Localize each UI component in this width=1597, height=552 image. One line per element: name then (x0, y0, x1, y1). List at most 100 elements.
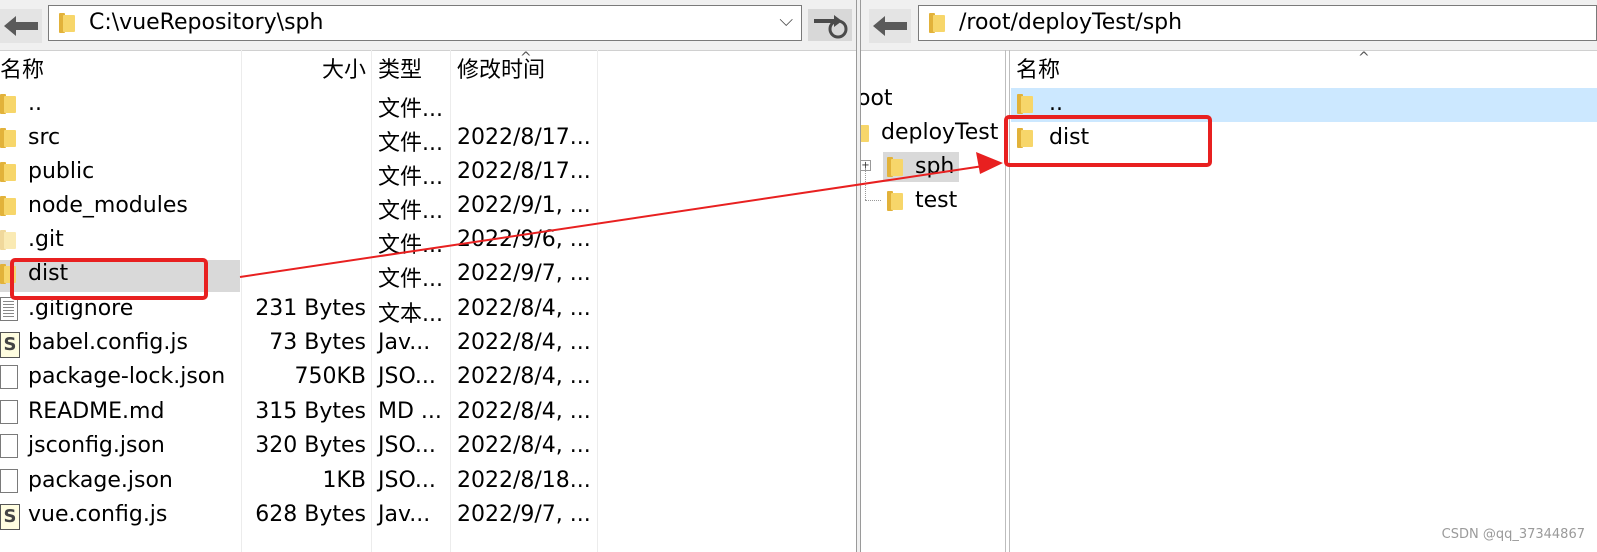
file-type: 文件... (378, 165, 443, 190)
file-name: vue.config.js (28, 502, 168, 527)
file-row[interactable]: .git 文件... 2022/9/6, ... (0, 224, 856, 258)
file-row[interactable]: package-lock.json 750KB JSO... 2022/8/4,… (0, 361, 856, 395)
file-modified: 2022/8/4, ... (457, 364, 591, 389)
file-row[interactable]: package.json 1KB JSO... 2022/8/18... (0, 465, 856, 499)
tree-item-label: sph (915, 154, 955, 179)
file-row[interactable]: .. 文件... (0, 88, 856, 122)
file-row[interactable]: jsconfig.json 320 Bytes JSO... 2022/8/4,… (0, 430, 856, 464)
folder-icon (0, 94, 16, 114)
file-row[interactable]: public 文件... 2022/8/17... (0, 156, 856, 190)
file-modified: 2022/8/4, ... (457, 330, 591, 355)
refresh-icon[interactable] (808, 9, 852, 41)
local-toolbar: C:\vueRepository\sph ⌵ (0, 0, 856, 51)
local-path-box[interactable]: C:\vueRepository\sph ⌵ (48, 5, 802, 41)
file-type: 文件... (378, 97, 443, 122)
file-type: MD ... (378, 399, 442, 424)
local-file-pane: C:\vueRepository\sph ⌵ ^ 名称 大小 类型 修改时间 .… (0, 0, 856, 552)
remote-toolbar: /root/deployTest/sph (861, 0, 1597, 51)
file-type: 文件... (378, 199, 443, 224)
file-size: 320 Bytes (255, 433, 366, 458)
file-row[interactable]: node_modules 文件... 2022/9/1, ... (0, 190, 856, 224)
file-modified: 2022/8/17... (457, 125, 591, 150)
file-name: jsconfig.json (28, 433, 165, 458)
text-file-icon (0, 297, 18, 321)
file-size: 1KB (322, 468, 366, 493)
file-row[interactable]: S babel.config.js 73 Bytes Jav... 2022/8… (0, 327, 856, 361)
file-name: package.json (28, 468, 173, 493)
tree-item[interactable]: test (861, 168, 1001, 220)
folder-icon (59, 13, 75, 33)
file-type: 文件... (378, 267, 443, 292)
file-modified: 2022/9/6, ... (457, 227, 591, 252)
file-size: 315 Bytes (255, 399, 366, 424)
file-modified: 2022/8/17... (457, 159, 591, 184)
file-type: Jav... (378, 330, 431, 355)
file-name: src (28, 125, 61, 150)
folder-icon (0, 162, 16, 182)
file-type: 文件... (378, 233, 443, 258)
file-type: JSO... (378, 468, 436, 493)
file-modified: 2022/8/4, ... (457, 399, 591, 424)
column-header-modified[interactable]: 修改时间 (457, 52, 545, 86)
back-forward-icon[interactable] (0, 9, 42, 43)
column-header-type[interactable]: 类型 (378, 52, 422, 86)
file-modified: 2022/9/7, ... (457, 502, 591, 527)
local-path-text: C:\vueRepository\sph (89, 10, 324, 35)
remote-path-box[interactable]: /root/deployTest/sph (918, 5, 1597, 41)
folder-icon (887, 157, 903, 177)
file-modified: 2022/9/7, ... (457, 261, 591, 286)
file-name: node_modules (28, 193, 188, 218)
back-forward-icon[interactable] (869, 9, 911, 43)
file-modified: 2022/9/1, ... (457, 193, 591, 218)
tree-item-label: test (915, 188, 958, 213)
tree-line (865, 168, 867, 200)
folder-icon (861, 123, 869, 143)
file-type: Jav... (378, 502, 431, 527)
file-size: 73 Bytes (269, 330, 366, 355)
chevron-down-icon[interactable]: ⌵ (779, 10, 793, 31)
file-size: 750KB (294, 364, 366, 389)
sort-caret-icon: ^ (1358, 50, 1370, 66)
tree-line (865, 200, 881, 202)
tree-item[interactable]: oot (861, 86, 893, 111)
file-type: JSO... (378, 433, 436, 458)
js-file-icon: S (0, 332, 20, 358)
tree-item[interactable]: + sph (861, 152, 1001, 186)
highlight-box-dist-remote (1004, 115, 1212, 167)
remote-column-header-name[interactable]: 名称 (1016, 52, 1060, 86)
file-name: .git (28, 227, 64, 252)
column-header-name[interactable]: 名称 (0, 52, 44, 86)
file-icon (0, 365, 18, 389)
remote-file-pane: /root/deployTest/sph ^ oot deployTest + … (861, 0, 1597, 552)
watermark: CSDN @qq_37344867 (1441, 527, 1585, 542)
folder-icon (0, 196, 16, 216)
file-row[interactable]: S vue.config.js 628 Bytes Jav... 2022/9/… (0, 499, 856, 533)
file-modified: 2022/8/4, ... (457, 296, 591, 321)
file-name: .. (28, 91, 42, 116)
file-modified: 2022/8/18... (457, 468, 591, 493)
folder-icon (1017, 94, 1033, 114)
file-modified: 2022/8/4, ... (457, 433, 591, 458)
folder-icon (887, 191, 903, 211)
remote-path-text: /root/deployTest/sph (959, 10, 1183, 35)
file-name: README.md (28, 399, 165, 424)
highlight-box-dist-local (10, 258, 208, 300)
file-name: babel.config.js (28, 330, 188, 355)
file-row[interactable]: README.md 315 Bytes MD ... 2022/8/4, ... (0, 396, 856, 430)
folder-icon (929, 13, 945, 33)
folder-icon (0, 230, 16, 250)
file-name: package-lock.json (28, 364, 226, 389)
file-type: 文件... (378, 131, 443, 156)
file-name: .. (1049, 91, 1063, 116)
file-icon (0, 434, 18, 458)
column-header-size[interactable]: 大小 (241, 52, 366, 86)
js-file-icon: S (0, 504, 20, 530)
file-icon (0, 400, 18, 424)
file-type: JSO... (378, 364, 436, 389)
tree-item-label: deployTest (881, 120, 999, 145)
file-type: 文本... (378, 302, 443, 327)
file-icon (0, 469, 18, 493)
file-size: 628 Bytes (255, 502, 366, 527)
file-name: public (28, 159, 95, 184)
file-row[interactable]: src 文件... 2022/8/17... (0, 122, 856, 156)
